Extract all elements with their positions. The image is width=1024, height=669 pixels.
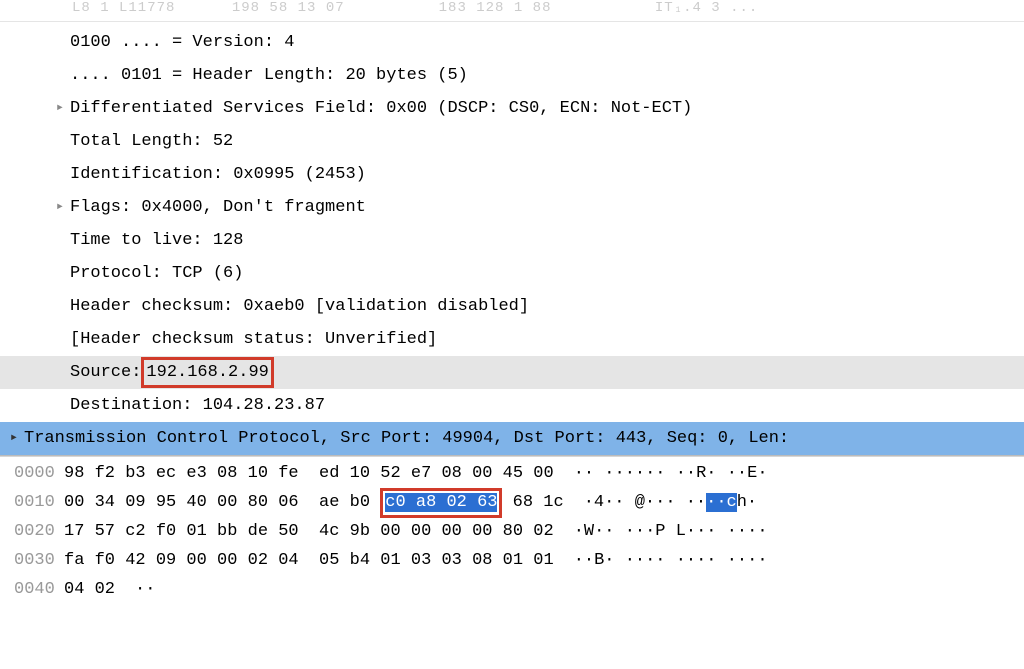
hex-ascii: ··B· ···· ···· ···· xyxy=(554,546,768,575)
expander-blank: ▸ xyxy=(50,257,70,290)
expander-icon[interactable]: ▸ xyxy=(50,92,70,125)
field-text: Protocol: TCP (6) xyxy=(70,257,243,290)
expander-blank: ▸ xyxy=(50,125,70,158)
packet-bytes-pane[interactable]: 0000 98 f2 b3 ec e3 08 10 fe ed 10 52 e7… xyxy=(0,457,1024,604)
field-text: 0100 .... = Version: 4 xyxy=(70,26,294,59)
hex-ascii: ·4·· @··· ····ch· xyxy=(564,488,757,517)
field-text: Time to live: 128 xyxy=(70,224,243,257)
hex-row[interactable]: 0020 17 57 c2 f0 01 bb de 50 4c 9b 00 00… xyxy=(0,517,1024,546)
expander-blank: ▸ xyxy=(50,158,70,191)
expander-blank: ▸ xyxy=(50,224,70,257)
expander-blank: ▸ xyxy=(50,290,70,323)
field-text: .... 0101 = Header Length: 20 bytes (5) xyxy=(70,59,468,92)
hex-bytes: 04 02 xyxy=(64,575,115,604)
hex-bytes: 00 34 09 95 40 00 80 06 ae b0 c0 a8 02 6… xyxy=(64,488,564,518)
expander-blank: ▸ xyxy=(50,323,70,356)
field-total-length[interactable]: ▸ Total Length: 52 xyxy=(0,125,1024,158)
expander-blank: ▸ xyxy=(50,26,70,59)
source-label: Source: xyxy=(70,356,141,389)
field-checksum-status[interactable]: ▸ [Header checksum status: Unverified] xyxy=(0,323,1024,356)
expander-icon[interactable]: ▸ xyxy=(50,191,70,224)
expander-icon[interactable]: ▸ xyxy=(4,422,24,455)
hex-row[interactable]: 0000 98 f2 b3 ec e3 08 10 fe ed 10 52 e7… xyxy=(0,459,1024,488)
field-text: Transmission Control Protocol, Src Port:… xyxy=(24,422,789,455)
field-protocol[interactable]: ▸ Protocol: TCP (6) xyxy=(0,257,1024,290)
expander-blank: ▸ xyxy=(50,59,70,92)
field-version[interactable]: ▸ 0100 .... = Version: 4 xyxy=(0,26,1024,59)
field-text: Flags: 0x4000, Don't fragment xyxy=(70,191,366,224)
hex-offset: 0030 xyxy=(0,546,64,575)
expander-blank: ▸ xyxy=(50,389,70,422)
expander-blank: ▸ xyxy=(50,356,70,389)
source-ip-value: 192.168.2.99 xyxy=(146,363,268,382)
field-destination-address[interactable]: ▸ Destination: 104.28.23.87 xyxy=(0,389,1024,422)
hex-bytes: fa f0 42 09 00 00 02 04 05 b4 01 03 03 0… xyxy=(64,546,554,575)
field-source-address[interactable]: ▸ Source: 192.168.2.99 xyxy=(0,356,1024,389)
field-text: [Header checksum status: Unverified] xyxy=(70,323,437,356)
source-ip-highlight: 192.168.2.99 xyxy=(141,357,273,388)
field-header-length[interactable]: ▸ .... 0101 = Header Length: 20 bytes (5… xyxy=(0,59,1024,92)
hex-bytes: 98 f2 b3 ec e3 08 10 fe ed 10 52 e7 08 0… xyxy=(64,459,554,488)
hex-offset: 0010 xyxy=(0,488,64,517)
hex-offset: 0000 xyxy=(0,459,64,488)
field-text: Identification: 0x0995 (2453) xyxy=(70,158,366,191)
hex-row[interactable]: 0030 fa f0 42 09 00 00 02 04 05 b4 01 03… xyxy=(0,546,1024,575)
field-ttl[interactable]: ▸ Time to live: 128 xyxy=(0,224,1024,257)
packet-list-faded-row: L8 1 L11778 198 58 13 07 183 128 1 88 IT… xyxy=(0,0,1024,22)
field-text: Total Length: 52 xyxy=(70,125,233,158)
field-text: Destination: 104.28.23.87 xyxy=(70,389,325,422)
field-dsf[interactable]: ▸ Differentiated Services Field: 0x00 (D… xyxy=(0,92,1024,125)
field-flags[interactable]: ▸ Flags: 0x4000, Don't fragment xyxy=(0,191,1024,224)
hex-row[interactable]: 0010 00 34 09 95 40 00 80 06 ae b0 c0 a8… xyxy=(0,488,1024,517)
field-identification[interactable]: ▸ Identification: 0x0995 (2453) xyxy=(0,158,1024,191)
hex-ascii: ·· xyxy=(115,575,155,604)
hex-offset: 0020 xyxy=(0,517,64,546)
hex-ascii: ·· ······ ··R· ··E· xyxy=(554,459,768,488)
protocol-tcp-header[interactable]: ▸ Transmission Control Protocol, Src Por… xyxy=(0,422,1024,455)
source-bytes-highlight: c0 a8 02 63 xyxy=(380,488,502,518)
wireshark-packet-view: L8 1 L11778 198 58 13 07 183 128 1 88 IT… xyxy=(0,0,1024,669)
hex-row[interactable]: 0040 04 02 ·· xyxy=(0,575,1024,604)
hex-ascii: ·W·· ···P L··· ···· xyxy=(554,517,768,546)
field-text: Header checksum: 0xaeb0 [validation disa… xyxy=(70,290,529,323)
hex-bytes: 17 57 c2 f0 01 bb de 50 4c 9b 00 00 00 0… xyxy=(64,517,554,546)
field-text: Differentiated Services Field: 0x00 (DSC… xyxy=(70,92,692,125)
hex-offset: 0040 xyxy=(0,575,64,604)
field-header-checksum[interactable]: ▸ Header checksum: 0xaeb0 [validation di… xyxy=(0,290,1024,323)
packet-details-pane[interactable]: ▸ 0100 .... = Version: 4 ▸ .... 0101 = H… xyxy=(0,22,1024,455)
